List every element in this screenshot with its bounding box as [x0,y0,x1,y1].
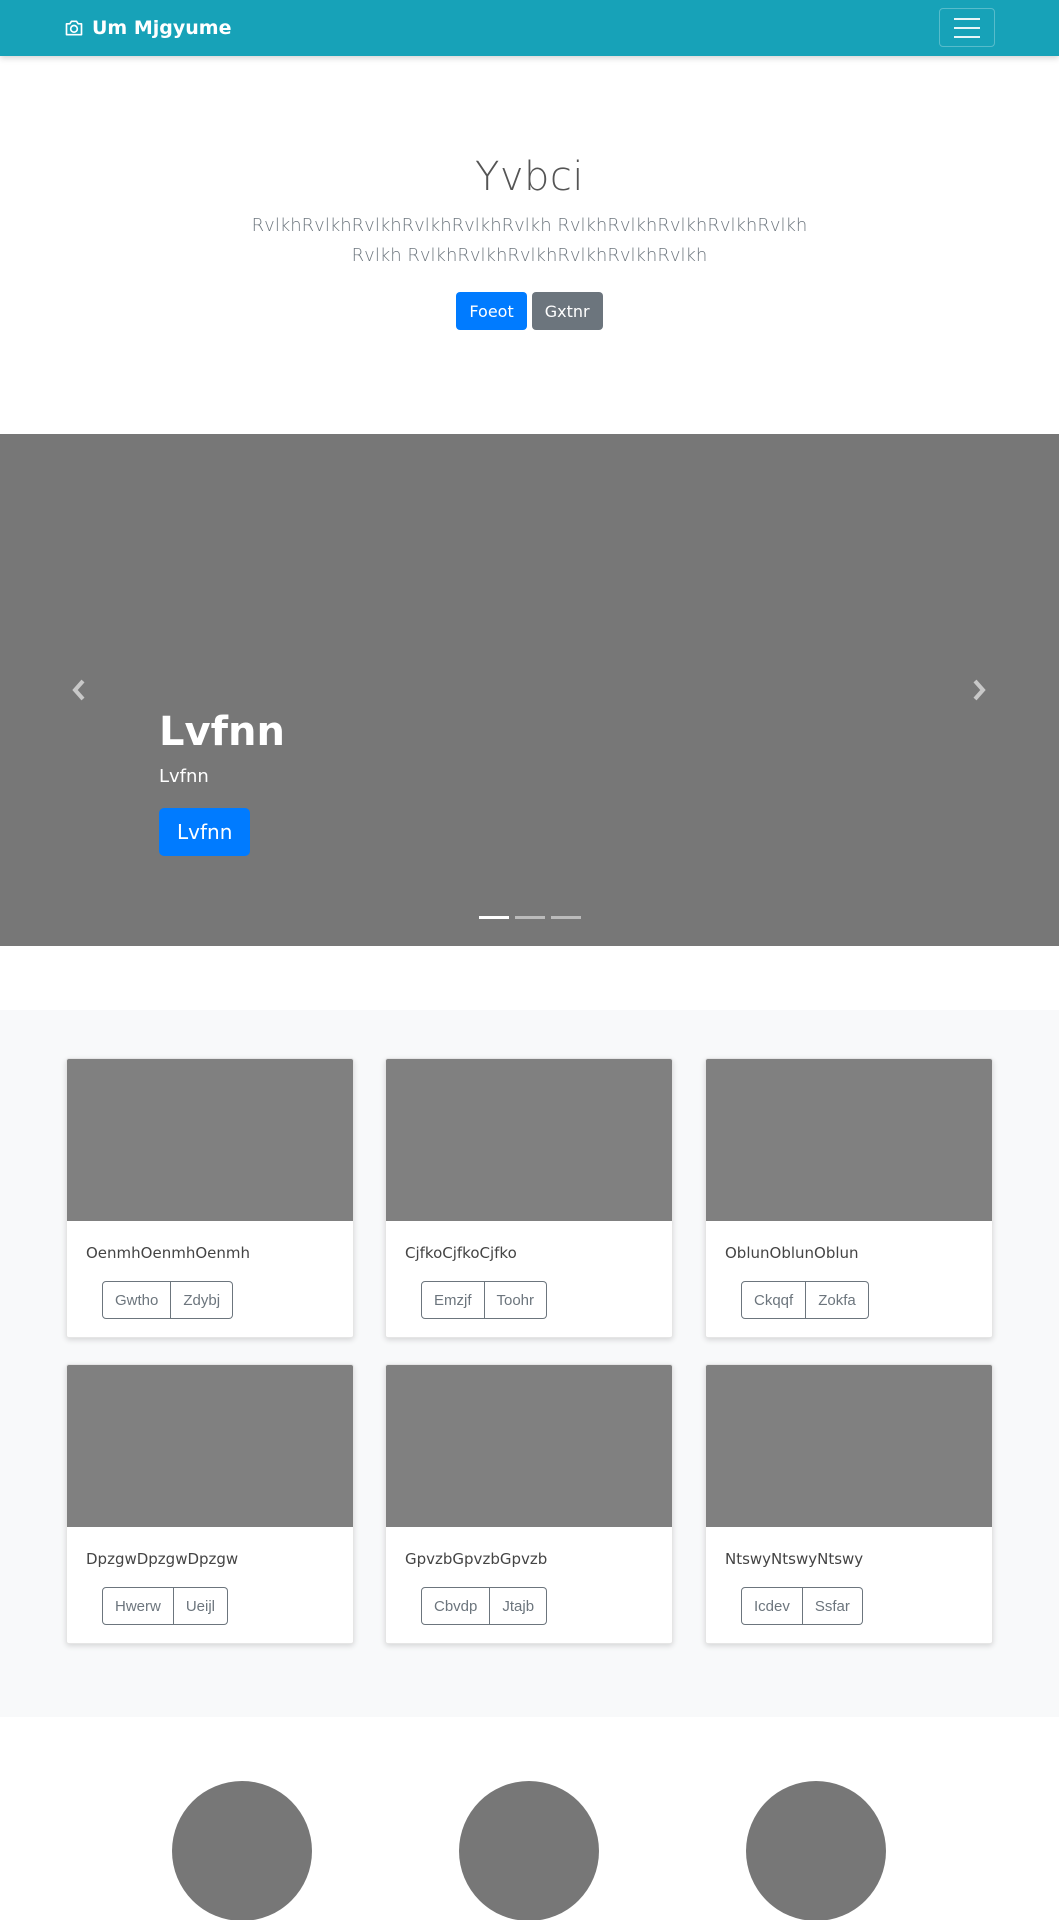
card-button-group: Gwtho Zdybj [102,1281,234,1319]
carousel-next-button[interactable] [961,672,997,708]
card-button[interactable]: Cbvdp [421,1587,491,1625]
brand-name: Um Mjgyume [92,17,232,39]
card-button[interactable]: Zdybj [171,1281,234,1319]
hero-primary-button[interactable]: Foeot [456,292,527,330]
carousel-cta-button[interactable]: Lvfnn [159,808,251,856]
carousel-subtitle: Lvfnn [159,766,209,787]
card-button[interactable]: Hwerw [102,1587,174,1625]
hero-lead: RvlkhRvlkhRvlkhRvlkhRvlkhRvlkh RvlkhRvlk… [251,215,808,266]
hero-secondary-button[interactable]: Gxtnr [531,292,603,330]
card-thumbnail [67,1059,353,1221]
card-button[interactable]: Gwtho [102,1281,172,1319]
carousel: Lvfnn Lvfnn Lvfnn [0,434,1059,946]
circle-image [172,1781,312,1920]
hero-title: Yvbci [474,154,585,200]
album-card: GpvzbGpvzbGpvzb Cbvdp Jtajb [385,1364,673,1644]
brand-link[interactable]: Um Mjgyume [64,0,231,56]
album-card: NtswyNtswyNtswy Icdev Ssfar [705,1364,993,1644]
card-button[interactable]: Icdev [741,1587,803,1625]
card-button[interactable]: Ueijl [173,1587,229,1625]
card-thumbnail [386,1059,672,1221]
navbar-toggler-button[interactable] [939,8,995,47]
chevron-left-icon [72,679,85,701]
album-card: DpzgwDpzgwDpzgw Hwerw Ueijl [66,1364,354,1644]
album-card: OblunOblunOblun Ckqqf Zokfa [705,1058,993,1338]
card-text: DpzgwDpzgwDpzgw [86,1550,239,1568]
camera-icon [65,20,83,36]
card-thumbnail [706,1059,992,1221]
album-card: CjfkoCjfkoCjfko Emzjf Toohr [385,1058,673,1338]
carousel-indicator[interactable] [514,916,545,919]
card-button[interactable]: Toohr [484,1281,548,1319]
card-button-group: Hwerw Ueijl [102,1587,229,1625]
card-button-group: Emzjf Toohr [421,1281,548,1319]
card-text: OenmhOenmhOenmh [86,1244,250,1262]
hero-section: Yvbci RvlkhRvlkhRvlkhRvlkhRvlkhRvlkh Rvl… [0,56,1059,434]
carousel-indicators [0,916,1059,919]
hero-buttons: Foeot Gxtnr [0,292,1059,330]
carousel-caption: Lvfnn Lvfnn Lvfnn [159,708,285,856]
carousel-prev-button[interactable] [61,672,97,708]
card-button[interactable]: Emzjf [421,1281,485,1319]
card-thumbnail [67,1365,353,1527]
card-button-group: Icdev Ssfar [741,1587,863,1625]
chevron-right-icon [973,679,986,701]
circle-image [746,1781,886,1920]
album-section: OenmhOenmhOenmh Gwtho Zdybj CjfkoCjfkoCj… [0,1010,1059,1717]
carousel-title: Lvfnn [159,709,285,755]
card-button-group: Ckqqf Zokfa [741,1281,869,1319]
carousel-indicator[interactable] [550,916,581,919]
carousel-indicator[interactable] [478,916,509,919]
hamburger-menu-icon [954,17,980,20]
card-button-group: Cbvdp Jtajb [421,1587,548,1625]
card-button[interactable]: Jtajb [490,1587,548,1625]
card-button[interactable]: Zokfa [806,1281,869,1319]
card-text: OblunOblunOblun [725,1244,859,1262]
card-text: CjfkoCjfkoCjfko [405,1244,517,1262]
card-text: NtswyNtswyNtswy [725,1550,864,1568]
card-text: GpvzbGpvzbGpvzb [405,1550,548,1568]
card-button[interactable]: Ckqqf [741,1281,807,1319]
album-card: OenmhOenmhOenmh Gwtho Zdybj [66,1058,354,1338]
card-button[interactable]: Ssfar [802,1587,863,1625]
navbar: Um Mjgyume [0,0,1059,56]
circle-image [459,1781,599,1920]
card-thumbnail [706,1365,992,1527]
card-thumbnail [386,1365,672,1527]
